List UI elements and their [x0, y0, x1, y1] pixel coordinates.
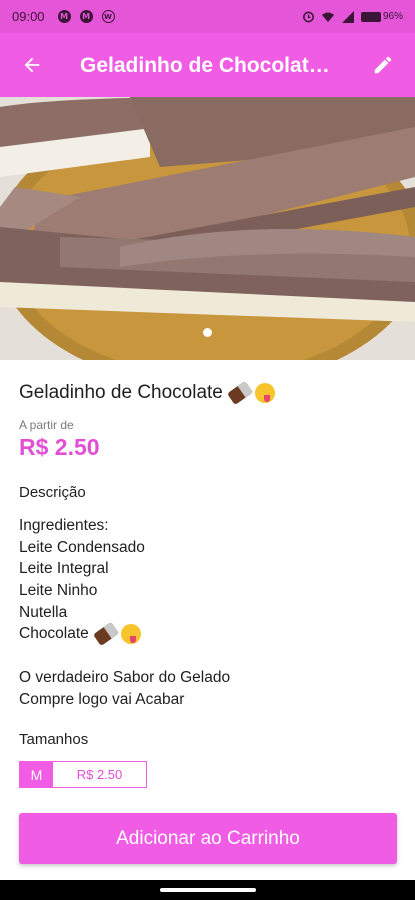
size-price: R$ 2.50 — [76, 767, 123, 782]
chocolate-emoji-icon — [226, 380, 253, 406]
signal-icon — [341, 10, 354, 23]
yum-face-emoji-icon — [254, 382, 275, 403]
product-name-text: Geladinho de Chocolate — [19, 382, 223, 403]
description-line — [19, 645, 230, 667]
status-bar: 09:00 M M W 96% — [0, 0, 415, 33]
status-left: 09:00 M M W — [12, 9, 115, 24]
size-option-m[interactable]: M R$ 2.50 — [19, 761, 147, 788]
wifi-icon — [321, 12, 334, 22]
price-from-label: A partir de — [19, 418, 74, 432]
description-line: Leite Ninho — [19, 582, 98, 600]
description-line: Leite Condensado — [19, 538, 145, 556]
battery-indicator: 96% — [360, 11, 403, 22]
description-line: Compre logo vai Acabar — [19, 690, 185, 708]
chocolate-emoji-icon — [92, 622, 119, 647]
whatsapp-notification-icon: W — [101, 10, 115, 23]
add-to-cart-button[interactable]: Adicionar ao Carrinho — [19, 813, 397, 864]
pencil-icon — [374, 56, 392, 74]
status-time: 09:00 — [12, 9, 45, 24]
description-text: Ingredientes: Leite Condensado Leite Int… — [19, 515, 230, 710]
description-line-text: Chocolate — [19, 625, 89, 643]
alarm-icon — [303, 11, 314, 23]
description-line: O verdadeiro Sabor do Gelado — [19, 668, 231, 686]
edit-button[interactable] — [365, 47, 401, 83]
system-navigation-bar — [0, 880, 415, 900]
gmail-notification-icon: M — [79, 10, 93, 23]
product-photo — [0, 97, 415, 360]
home-gesture-handle[interactable] — [159, 888, 256, 892]
description-line: Leite Integral — [19, 560, 109, 578]
yum-face-emoji-icon — [120, 624, 141, 645]
product-name: Geladinho de Chocolate — [19, 380, 275, 406]
battery-icon — [360, 11, 381, 22]
carousel-indicator-dot[interactable] — [203, 328, 212, 337]
gmail-notification-icon: M — [57, 10, 71, 23]
app-bar: Geladinho de Chocolate 🍫😋 — [0, 33, 415, 97]
product-image-carousel[interactable] — [0, 97, 415, 360]
back-button[interactable] — [14, 47, 50, 83]
page-title: Geladinho de Chocolate 🍫😋 — [80, 53, 335, 77]
status-right: 96% — [302, 10, 403, 23]
size-code: M — [20, 762, 53, 787]
arrow-left-icon — [24, 57, 40, 73]
sizes-title: Tamanhos — [19, 731, 89, 748]
description-line: Nutella — [19, 603, 68, 621]
description-title: Descrição — [19, 484, 86, 501]
product-price: R$ 2.50 — [19, 434, 100, 460]
description-line: Ingredientes: — [19, 517, 109, 534]
description-line-chocolate: Chocolate — [19, 622, 230, 647]
battery-percent: 96% — [382, 11, 403, 22]
